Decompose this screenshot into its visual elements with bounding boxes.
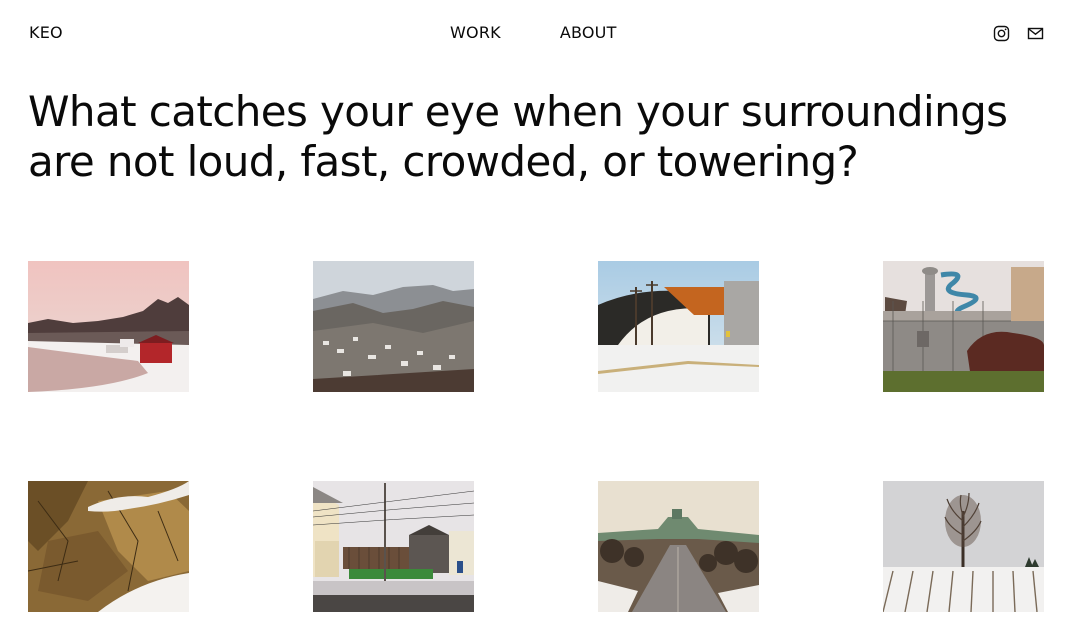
gallery-item-lone-tree[interactable] bbox=[883, 481, 1044, 612]
photo-street bbox=[598, 481, 759, 612]
gallery-item-arena[interactable] bbox=[598, 261, 759, 392]
instagram-link[interactable] bbox=[993, 25, 1010, 42]
photo-valley-town bbox=[313, 261, 474, 392]
gallery-item-backyard[interactable] bbox=[313, 481, 474, 612]
site-logo[interactable]: KEO bbox=[29, 23, 63, 42]
photo-frozen-river bbox=[28, 261, 189, 392]
main-nav: WORK ABOUT bbox=[450, 23, 617, 42]
nav-about-link[interactable]: ABOUT bbox=[560, 23, 617, 42]
instagram-icon bbox=[993, 25, 1010, 42]
photo-arena bbox=[598, 261, 759, 392]
photo-gallery bbox=[28, 261, 1044, 613]
nav-work-link[interactable]: WORK bbox=[450, 23, 501, 42]
page: KEO WORK ABOUT What catches your eye whe… bbox=[0, 0, 1073, 621]
photo-cliff bbox=[28, 481, 189, 612]
gallery-item-valley-town[interactable] bbox=[313, 261, 474, 392]
mail-link[interactable] bbox=[1027, 25, 1044, 42]
photo-backyard bbox=[313, 481, 474, 612]
page-headline: What catches your eye when your surround… bbox=[28, 87, 1048, 187]
social-links bbox=[993, 25, 1044, 42]
mail-icon bbox=[1027, 27, 1044, 40]
gallery-item-waterslide[interactable] bbox=[883, 261, 1044, 392]
headline-line-2: are not loud, fast, crowded, or towering… bbox=[28, 137, 859, 186]
gallery-item-frozen-river[interactable] bbox=[28, 261, 189, 392]
photo-lone-tree bbox=[883, 481, 1044, 612]
gallery-item-street[interactable] bbox=[598, 481, 759, 612]
headline-line-1: What catches your eye when your surround… bbox=[28, 87, 1008, 136]
gallery-item-cliff[interactable] bbox=[28, 481, 189, 612]
photo-waterslide bbox=[883, 261, 1044, 392]
